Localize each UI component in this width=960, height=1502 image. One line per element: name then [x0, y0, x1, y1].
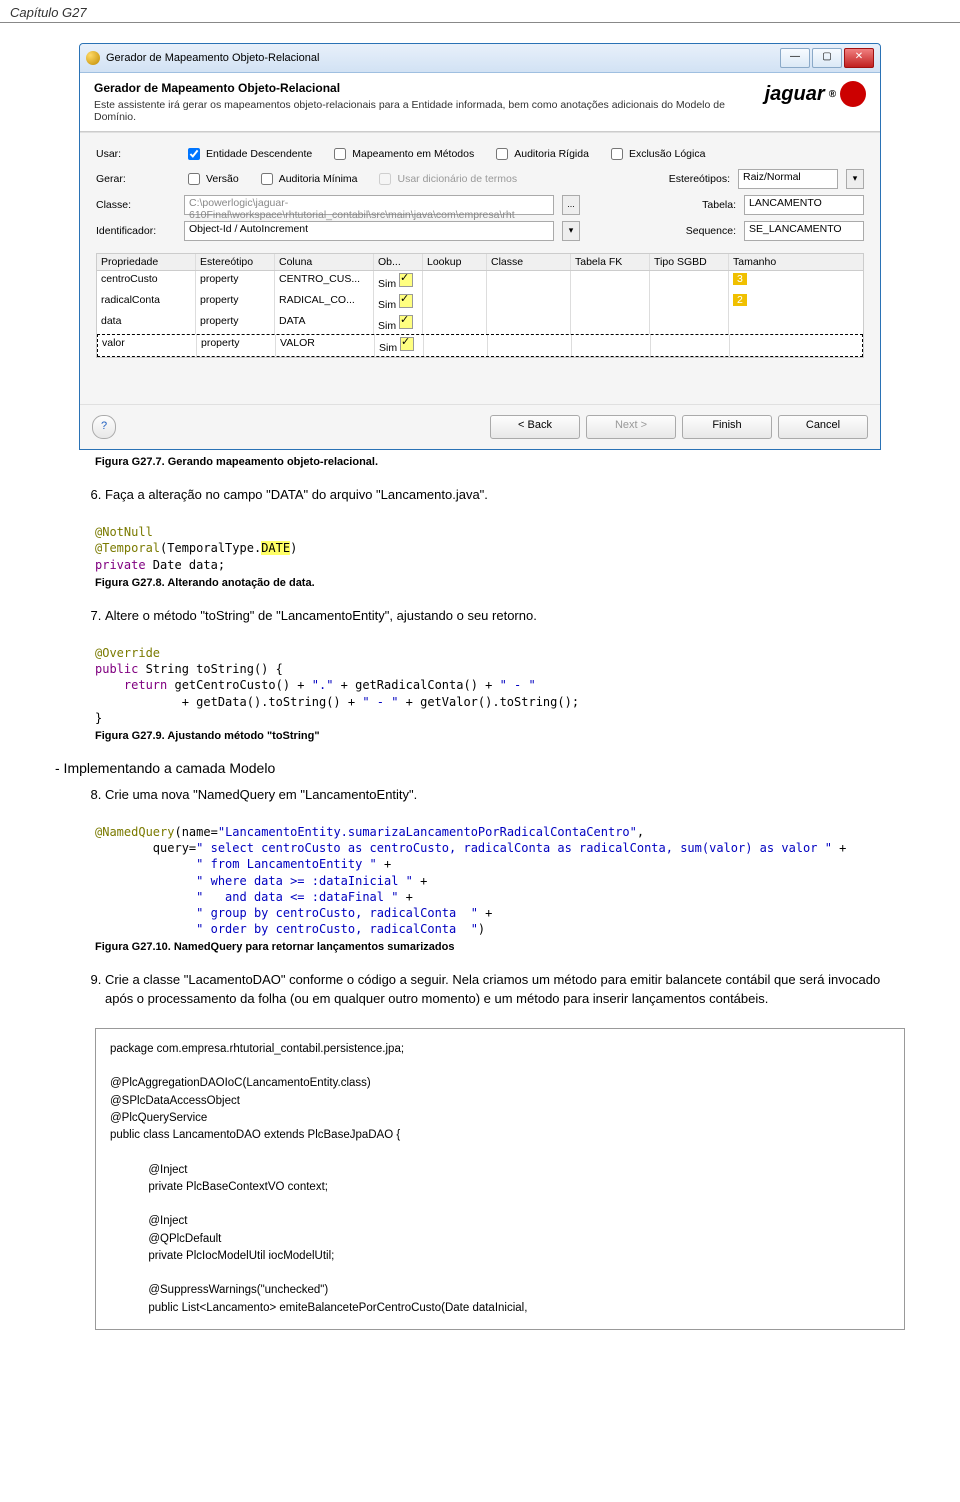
- table-row[interactable]: data property DATA Sim: [97, 313, 863, 334]
- caption-7: Figura G27.7. Gerando mapeamento objeto-…: [95, 456, 905, 468]
- paw-icon: [840, 81, 866, 107]
- code-snippet-8: @NotNull @Temporal(TemporalType.DATE) pr…: [95, 524, 905, 573]
- hdr: Classe: [487, 254, 571, 270]
- hdr: Tamanho: [729, 254, 807, 270]
- jaguar-logo: jaguar ®: [765, 81, 866, 107]
- hdr: Ob...: [374, 254, 423, 270]
- cb-versao[interactable]: Versão: [184, 170, 239, 188]
- tam: 3: [733, 273, 747, 285]
- caption-10: Figura G27.10. NamedQuery para retornar …: [95, 941, 905, 953]
- lbl-estereotipos: Estereótipos:: [669, 173, 730, 185]
- minimize-button[interactable]: —: [780, 48, 810, 68]
- check-icon: [399, 273, 413, 287]
- hdr: Estereótipo: [196, 254, 275, 270]
- maximize-button[interactable]: ▢: [812, 48, 842, 68]
- ddl-arrow-icon[interactable]: ▾: [846, 169, 864, 189]
- code-box-dao: package com.empresa.rhtutorial_contabil.…: [95, 1028, 905, 1330]
- table-row[interactable]: valor property VALOR Sim: [97, 334, 863, 357]
- titlebar: Gerador de Mapeamento Objeto-Relacional …: [80, 44, 880, 73]
- form-area: Usar: Entidade Descendente Mapeamento em…: [80, 132, 880, 405]
- table-row[interactable]: radicalConta property RADICAL_CO... Sim …: [97, 292, 863, 313]
- field-ident[interactable]: Object-Id / AutoIncrement: [184, 221, 554, 241]
- cb-map-met[interactable]: Mapeamento em Métodos: [330, 145, 474, 163]
- finish-button[interactable]: Finish: [682, 415, 772, 439]
- wizard-window: Gerador de Mapeamento Objeto-Relacional …: [79, 43, 881, 450]
- content: Gerador de Mapeamento Objeto-Relacional …: [0, 23, 960, 1350]
- ddl-estereotipos[interactable]: Raiz/Normal: [738, 169, 838, 189]
- lbl-tabela: Tabela:: [702, 199, 736, 211]
- lbl-sequence: Sequence:: [686, 225, 736, 237]
- lbl-classe: Classe:: [96, 199, 176, 211]
- table-header: Propriedade Estereótipo Coluna Ob... Loo…: [97, 254, 863, 271]
- cb-aud-rig[interactable]: Auditoria Rígida: [492, 145, 589, 163]
- cb-usar-dic[interactable]: Usar dicionário de termos: [375, 170, 517, 188]
- caption-8: Figura G27.8. Alterando anotação de data…: [95, 577, 905, 589]
- next-button[interactable]: Next >: [586, 415, 676, 439]
- hdr: Tabela FK: [571, 254, 650, 270]
- hdr: Coluna: [275, 254, 374, 270]
- help-button[interactable]: ?: [92, 415, 116, 439]
- list-item-8: Crie uma nova "NamedQuery em "Lancamento…: [105, 786, 905, 804]
- page-header: Capítulo G27: [0, 0, 960, 23]
- check-icon: [399, 294, 413, 308]
- ddl-ident-arrow-icon[interactable]: ▾: [562, 221, 580, 241]
- app-icon: [86, 51, 100, 65]
- field-tabela[interactable]: LANCAMENTO: [744, 195, 864, 215]
- lbl-gerar: Gerar:: [96, 173, 176, 185]
- winbtns: — ▢ ✕: [780, 48, 874, 68]
- wizard-title: Gerador de Mapeamento Objeto-Relacional: [94, 81, 765, 95]
- lbl-usar: Usar:: [96, 148, 176, 160]
- check-icon: [400, 337, 414, 351]
- caption-9: Figura G27.9. Ajustando método "toString…: [95, 730, 905, 742]
- cb-excl-log[interactable]: Exclusão Lógica: [607, 145, 705, 163]
- cb-aud-min[interactable]: Auditoria Mínima: [257, 170, 358, 188]
- code-snippet-9: @Override public String toString() { ret…: [95, 645, 905, 726]
- check-icon: [399, 315, 413, 329]
- hdr: Lookup: [423, 254, 487, 270]
- list-item-6: Faça a alteração no campo "DATA" do arqu…: [105, 486, 905, 504]
- browse-button[interactable]: ...: [562, 195, 580, 215]
- cancel-button[interactable]: Cancel: [778, 415, 868, 439]
- subheading-modelo: - Implementando a camada Modelo: [55, 760, 905, 776]
- tam: 2: [733, 294, 747, 306]
- wizard-subtitle: Este assistente irá gerar os mapeamentos…: [94, 99, 765, 123]
- properties-table: Propriedade Estereótipo Coluna Ob... Loo…: [96, 253, 864, 358]
- logo-text: jaguar: [765, 83, 825, 106]
- back-button[interactable]: < Back: [490, 415, 580, 439]
- code-snippet-10: @NamedQuery(name="LancamentoEntity.sumar…: [95, 824, 905, 937]
- button-row: ? < Back Next > Finish Cancel: [80, 405, 880, 449]
- cb-ent-desc[interactable]: Entidade Descendente: [184, 145, 312, 163]
- list-item-9: Crie a classe "LacamentoDAO" conforme o …: [105, 971, 905, 1007]
- list-item-7: Altere o método "toString" de "Lancament…: [105, 607, 905, 625]
- lbl-ident: Identificador:: [96, 225, 176, 237]
- close-button[interactable]: ✕: [844, 48, 874, 68]
- hdr: Tipo SGBD: [650, 254, 729, 270]
- titlebar-text: Gerador de Mapeamento Objeto-Relacional: [106, 52, 780, 64]
- field-sequence[interactable]: SE_LANCAMENTO: [744, 221, 864, 241]
- wizard-header: Gerador de Mapeamento Objeto-Relacional …: [80, 73, 880, 132]
- reg-mark: ®: [829, 89, 836, 100]
- field-classe[interactable]: C:\powerlogic\jaguar-610Final\workspace\…: [184, 195, 554, 215]
- table-row[interactable]: centroCusto property CENTRO_CUS... Sim 3: [97, 271, 863, 292]
- hdr: Propriedade: [97, 254, 196, 270]
